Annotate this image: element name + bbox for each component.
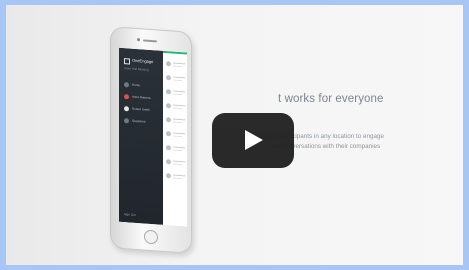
list-item: [166, 115, 186, 126]
list-header-bar: [163, 50, 187, 55]
drawer-item-anna: Anna Roberts: [124, 94, 160, 103]
phone-mockup: OneEngage Town Hall Meeting Home Anna Ro…: [110, 26, 192, 254]
conversation-list: [163, 50, 187, 227]
drawer-item-label: Questions: [132, 118, 146, 124]
app-logo-icon: [124, 58, 130, 65]
drawer-footer: Sign Out: [124, 212, 136, 217]
drawer-item-label: Robert Smith: [132, 106, 150, 112]
home-button: [144, 229, 158, 245]
app-drawer: OneEngage Town Hall Meeting Home Anna Ro…: [119, 47, 163, 225]
drawer-item-robert: Robert Smith: [124, 106, 160, 115]
play-icon: [245, 130, 263, 150]
video-headline: t works for everyone: [278, 93, 384, 105]
earpiece: [143, 39, 157, 43]
video-thumbnail[interactable]: OneEngage Town Hall Meeting Home Anna Ro…: [6, 5, 463, 265]
avatar-icon: [124, 94, 129, 100]
drawer-item-questions: Questions: [124, 118, 160, 127]
phone-screen: OneEngage Town Hall Meeting Home Anna Ro…: [119, 47, 187, 227]
app-brand-subtitle: Town Hall Meeting: [124, 66, 149, 72]
list-item: [166, 171, 186, 182]
camera-icon: [137, 38, 140, 42]
list-item: [166, 129, 186, 140]
list-item: [166, 157, 186, 168]
home-icon: [124, 82, 129, 88]
drawer-item-label: Anna Roberts: [132, 94, 151, 100]
list-item: [166, 73, 186, 84]
drawer-item-label: Home: [132, 82, 141, 88]
drawer-item-home: Home: [124, 82, 160, 91]
avatar-icon: [124, 106, 129, 112]
list-item: [166, 87, 186, 98]
question-icon: [124, 118, 129, 124]
list-item: [166, 143, 186, 154]
app-brand: OneEngage: [132, 57, 154, 65]
list-item: [166, 101, 186, 112]
play-button[interactable]: [212, 113, 294, 168]
list-item: [166, 59, 186, 70]
